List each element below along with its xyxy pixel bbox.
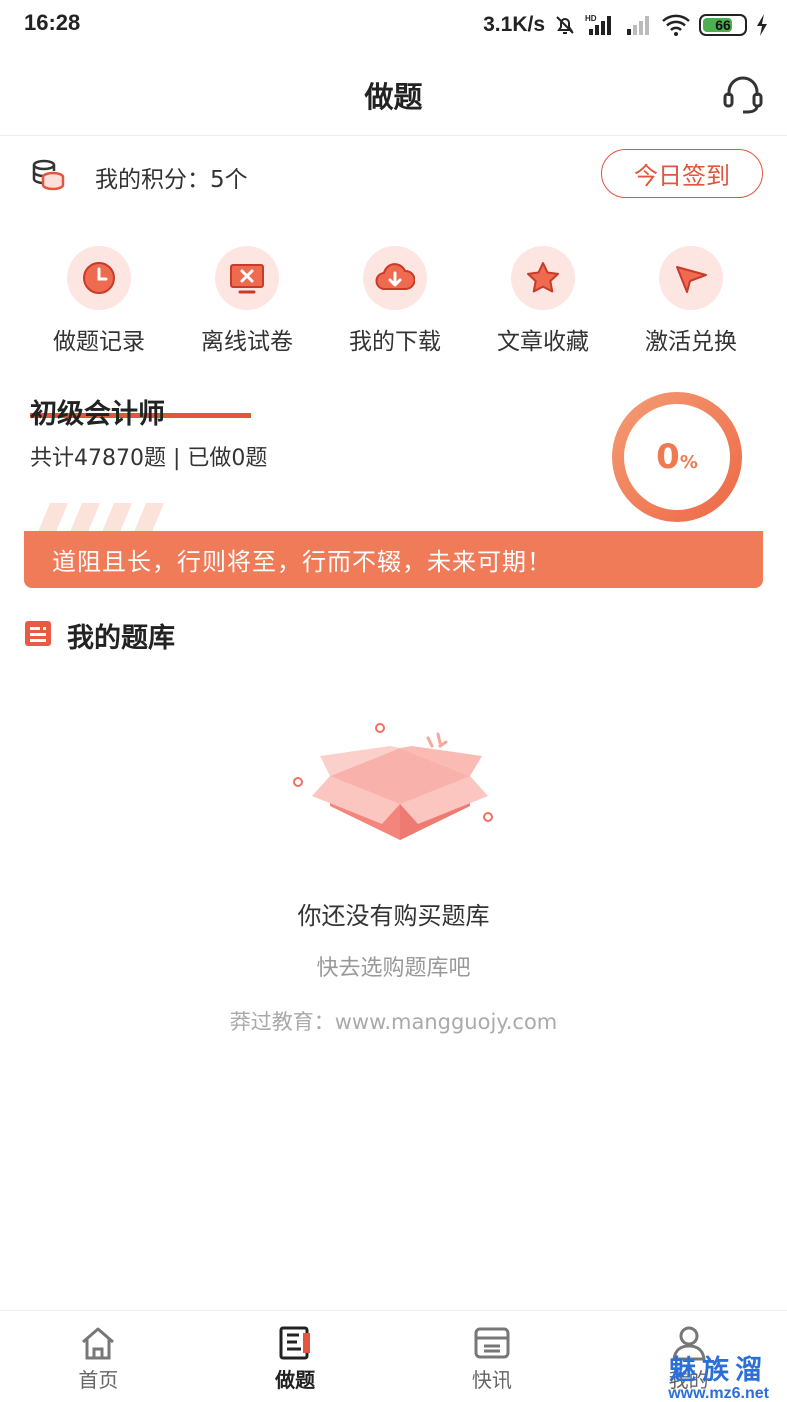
- status-bar: 16:28 3.1K/s HD 66: [0, 0, 787, 50]
- menu-item-activate[interactable]: 激活兑换: [617, 246, 765, 356]
- exercise-icon: [279, 1326, 311, 1360]
- headset-icon: [723, 76, 763, 114]
- home-icon: [82, 1327, 115, 1360]
- progress-value: 0: [656, 437, 680, 477]
- empty-state-title: 你还没有购买题库: [297, 902, 490, 930]
- decorative-stripes: [38, 503, 164, 532]
- site-footer: 莽过教育：www.mangguojy.com: [229, 1010, 558, 1034]
- quick-menu: 做题记录 离线试卷 我的下载 文章收藏 激活兑换: [25, 246, 765, 356]
- offline-paper-icon: [215, 246, 279, 310]
- charging-icon: [757, 14, 767, 36]
- customer-service-button[interactable]: [721, 72, 765, 116]
- tab-label: 做题: [275, 1368, 316, 1392]
- progress-unit: %: [679, 451, 698, 473]
- tab-exercise[interactable]: 做题: [197, 1311, 394, 1400]
- menu-item-download[interactable]: 我的下载: [321, 246, 469, 356]
- menu-label: 文章收藏: [497, 329, 589, 355]
- news-icon: [474, 1327, 510, 1359]
- battery-icon: 66: [699, 14, 747, 36]
- tab-label: 首页: [78, 1368, 119, 1392]
- wifi-icon: [662, 14, 690, 36]
- cloud-download-icon: [363, 246, 427, 310]
- menu-label: 离线试卷: [201, 329, 293, 355]
- menu-label: 我的下载: [349, 329, 441, 355]
- question-bank-icon: [25, 621, 51, 646]
- course-name: 初级会计师: [30, 399, 165, 430]
- status-icons: 3.1K/s HD 66: [483, 8, 769, 42]
- course-selector[interactable]: 初级会计师: [30, 392, 165, 431]
- empty-box-illustration: [293, 723, 493, 840]
- menu-item-history[interactable]: 做题记录: [25, 246, 173, 356]
- tab-label: 快讯: [471, 1368, 512, 1392]
- coins-icon: [32, 159, 65, 191]
- star-icon: [511, 246, 575, 310]
- status-time: 16:28: [24, 10, 81, 35]
- signal-hd-icon: HD: [585, 14, 611, 35]
- watermark-text: 魅族溜: [669, 1355, 769, 1386]
- tab-news[interactable]: 快讯: [394, 1311, 591, 1400]
- course-stats: 共计47870题 | 已做0题: [30, 446, 268, 471]
- progress-percent: 0 %: [610, 390, 744, 524]
- daily-signin-button[interactable]: 今日签到: [601, 149, 763, 198]
- menu-label: 做题记录: [53, 329, 145, 355]
- clock-icon: [67, 246, 131, 310]
- network-speed: 3.1K/s: [483, 13, 545, 36]
- library-title: 我的题库: [67, 623, 175, 654]
- empty-state-subtitle: 快去选购题库吧: [316, 956, 471, 981]
- header: 做题: [0, 50, 787, 136]
- tab-home[interactable]: 首页: [0, 1311, 197, 1400]
- points-row: 我的积分：5个 今日签到: [0, 140, 787, 210]
- points-text: 我的积分：5个: [95, 167, 248, 193]
- bell-muted-icon: [556, 16, 574, 34]
- menu-label: 激活兑换: [645, 329, 737, 355]
- svg-text:HD: HD: [585, 14, 597, 23]
- paper-plane-icon: [659, 246, 723, 310]
- motto-banner: 道阻且长，行则将至，行而不辍，未来可期！: [24, 531, 763, 588]
- signal-icon: [627, 16, 649, 35]
- menu-item-offline[interactable]: 离线试卷: [173, 246, 321, 356]
- page-title: 做题: [364, 80, 423, 114]
- battery-level: 66: [715, 17, 731, 33]
- menu-item-favorites[interactable]: 文章收藏: [469, 246, 617, 356]
- watermark: 魅族溜 www.mz6.net: [668, 1356, 769, 1402]
